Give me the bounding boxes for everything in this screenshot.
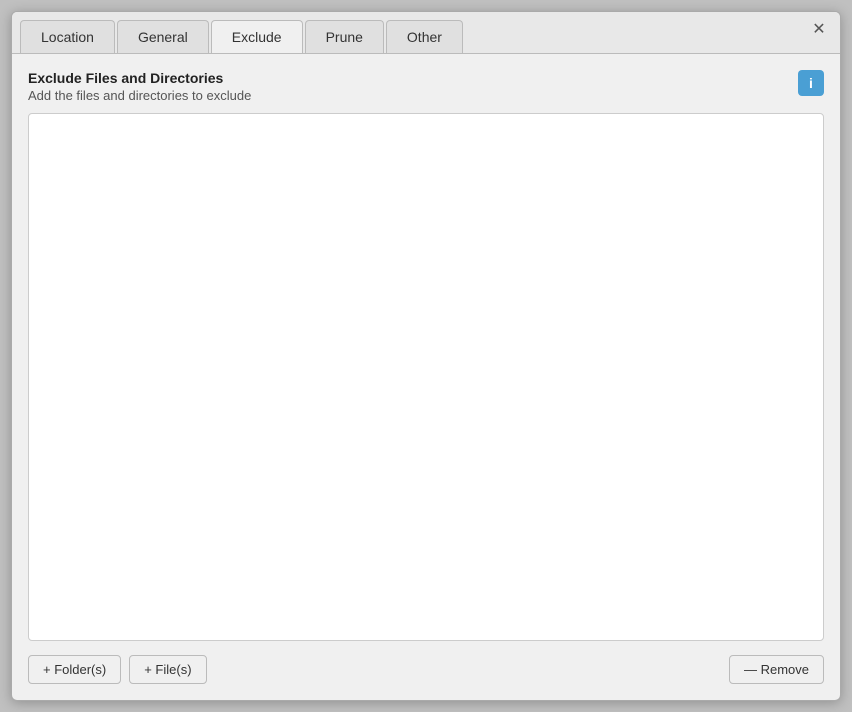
tab-bar: Location General Exclude Prune Other ✕	[12, 12, 840, 54]
section-title-block: Exclude Files and Directories Add the fi…	[28, 70, 251, 103]
tab-exclude[interactable]: Exclude	[211, 20, 303, 53]
content-area: Exclude Files and Directories Add the fi…	[12, 54, 840, 700]
close-button[interactable]: ✕	[808, 18, 830, 40]
main-window: Location General Exclude Prune Other ✕ E…	[11, 11, 841, 701]
tab-location[interactable]: Location	[20, 20, 115, 53]
bottom-left-buttons: + Folder(s) + File(s)	[28, 655, 207, 684]
section-title: Exclude Files and Directories	[28, 70, 251, 86]
bottom-toolbar: + Folder(s) + File(s) — Remove	[28, 651, 824, 684]
tab-prune[interactable]: Prune	[305, 20, 384, 53]
remove-button[interactable]: — Remove	[729, 655, 824, 684]
add-file-button[interactable]: + File(s)	[129, 655, 206, 684]
info-button[interactable]: i	[798, 70, 824, 96]
add-folder-button[interactable]: + Folder(s)	[28, 655, 121, 684]
file-list	[28, 113, 824, 641]
section-subtitle: Add the files and directories to exclude	[28, 88, 251, 103]
tab-other[interactable]: Other	[386, 20, 463, 53]
tab-general[interactable]: General	[117, 20, 209, 53]
section-header: Exclude Files and Directories Add the fi…	[28, 70, 824, 103]
